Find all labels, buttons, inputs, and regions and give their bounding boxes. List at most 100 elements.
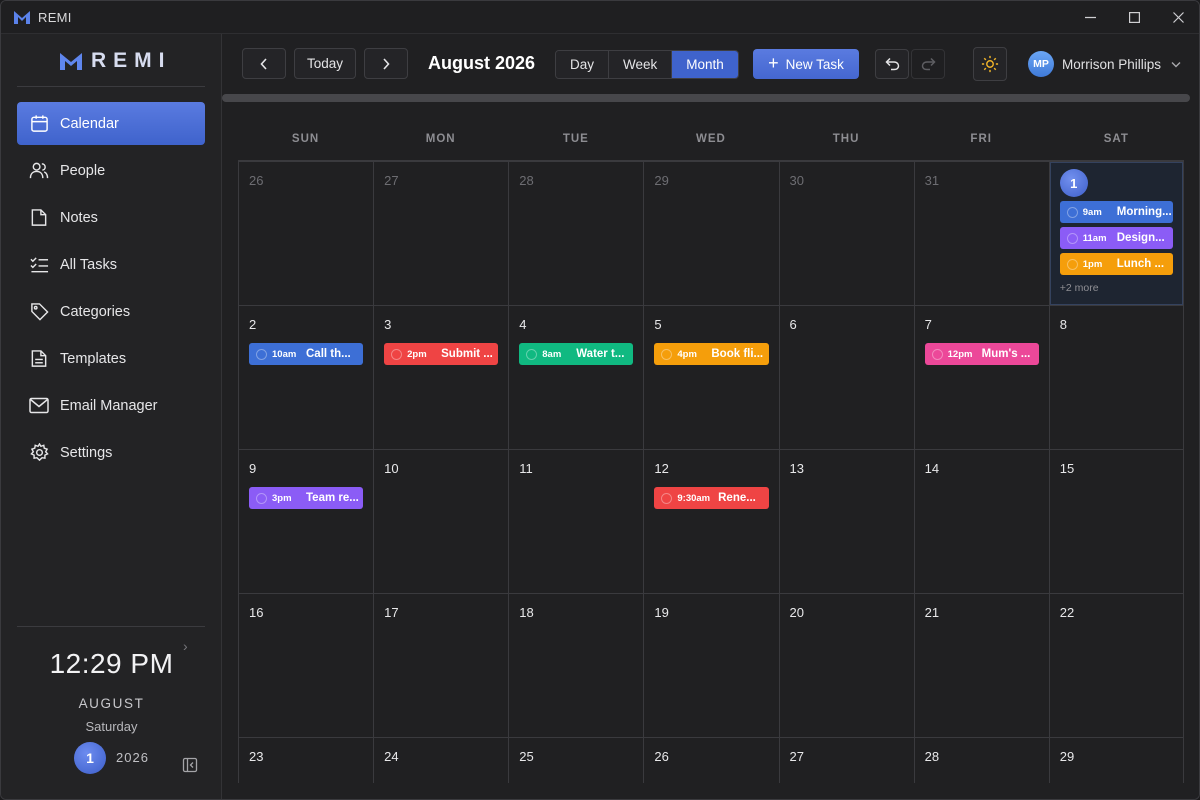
event-chip[interactable]: 10am Call th... (249, 343, 364, 365)
event-chip[interactable]: 4pm Book fli... (654, 343, 769, 365)
day-cell[interactable]: 10 (373, 450, 508, 593)
new-task-button[interactable]: + New Task (753, 49, 859, 79)
view-day-button[interactable]: Day (556, 51, 610, 78)
view-month-button[interactable]: Month (672, 51, 738, 78)
day-cell[interactable]: 24 (373, 738, 508, 783)
close-icon (1172, 12, 1184, 23)
event-chip[interactable]: 9:30am Rene... (654, 487, 769, 509)
more-events-link[interactable]: +2 more (1060, 282, 1173, 294)
complete-circle-icon[interactable] (1066, 232, 1078, 244)
complete-circle-icon[interactable] (526, 348, 538, 360)
brand-name: REMI (91, 49, 172, 72)
minimize-button[interactable] (1068, 1, 1112, 34)
sidebar-item-people[interactable]: People (17, 149, 205, 192)
complete-circle-icon[interactable] (256, 348, 267, 360)
day-cell[interactable]: 11 (508, 450, 643, 593)
clock-year: 2026 (116, 750, 149, 765)
day-cell[interactable]: 20 (778, 594, 914, 737)
event-chip[interactable]: 1pm Lunch ... (1059, 253, 1173, 275)
event-chip[interactable]: 12pm Mum's ... (924, 343, 1039, 365)
day-cell[interactable]: 2 10am Call th... (238, 306, 373, 449)
day-cell[interactable]: 4 8am Water t... (508, 306, 643, 449)
week-row: 2 10am Call th... 3 2pm Submit ... 4 8am… (238, 306, 1184, 450)
day-cell[interactable]: 25 (508, 738, 643, 783)
day-number: 24 (384, 749, 399, 764)
day-cell[interactable]: 27 (778, 738, 914, 783)
day-cell[interactable]: 8 (1048, 306, 1184, 449)
complete-circle-icon[interactable] (391, 348, 403, 360)
complete-circle-icon[interactable] (661, 348, 673, 360)
complete-circle-icon[interactable] (931, 348, 943, 360)
next-period-button[interactable] (364, 48, 408, 79)
day-number: 20 (789, 605, 804, 620)
day-cell-today[interactable]: 1 9am Morning... 11am Design... 1pm Lunc… (1048, 162, 1184, 305)
day-cell[interactable]: 9 3pm Team re... (238, 450, 373, 593)
day-number: 12 (654, 461, 669, 476)
day-cell[interactable]: 18 (508, 594, 643, 737)
day-cell[interactable]: 19 (643, 594, 778, 737)
event-chip[interactable]: 9am Morning... (1059, 201, 1173, 223)
complete-circle-icon[interactable] (661, 492, 673, 504)
brand-logo: REMI (59, 49, 172, 73)
gear-icon (29, 443, 49, 463)
day-cell[interactable]: 3 2pm Submit ... (373, 306, 508, 449)
day-number: 30 (789, 173, 804, 188)
day-cell[interactable]: 26 (643, 738, 778, 783)
day-cell[interactable]: 29 (643, 162, 778, 305)
day-cell[interactable]: 13 (778, 450, 914, 593)
day-cell[interactable]: 7 12pm Mum's ... (913, 306, 1049, 449)
chevron-left-icon (260, 57, 267, 70)
undo-button[interactable] (875, 49, 909, 79)
day-number: 27 (384, 173, 399, 188)
day-cell[interactable]: 30 (778, 162, 914, 305)
event-time: 2pm (407, 348, 427, 360)
collapse-sidebar-icon[interactable] (182, 757, 198, 773)
day-cell[interactable]: 27 (373, 162, 508, 305)
day-cell[interactable]: 31 (913, 162, 1049, 305)
event-chip[interactable]: 11am Design... (1059, 227, 1173, 249)
day-cell[interactable]: 28 (913, 738, 1049, 783)
day-cell[interactable]: 28 (508, 162, 643, 305)
view-week-button[interactable]: Week (609, 51, 673, 78)
day-cell[interactable]: 26 (238, 162, 373, 305)
day-number: 16 (249, 605, 264, 620)
event-title: Submit ... (441, 348, 493, 360)
event-title: Lunch ... (1116, 258, 1165, 270)
complete-circle-icon[interactable] (256, 492, 267, 504)
event-chip[interactable]: 8am Water t... (519, 343, 634, 365)
sidebar-item-email-manager[interactable]: Email Manager (17, 384, 205, 427)
day-cell[interactable]: 21 (913, 594, 1049, 737)
day-cell[interactable]: 29 (1048, 738, 1184, 783)
day-cell[interactable]: 16 (238, 594, 373, 737)
event-title: Book fli... (711, 348, 764, 360)
complete-circle-icon[interactable] (1066, 258, 1078, 270)
sidebar-item-settings[interactable]: Settings (17, 431, 205, 474)
sidebar-item-calendar[interactable]: Calendar (17, 102, 205, 145)
day-cell[interactable]: 6 (778, 306, 914, 449)
today-button[interactable]: Today (294, 48, 356, 79)
sidebar: REMI Calendar People Notes All Tasks Cat… (1, 34, 222, 799)
sidebar-item-templates[interactable]: Templates (17, 337, 205, 380)
sidebar-item-all-tasks[interactable]: All Tasks (17, 243, 205, 286)
theme-toggle-button[interactable] (973, 47, 1007, 81)
user-menu[interactable]: MP Morrison Phillips (1028, 51, 1181, 77)
document-icon (29, 349, 49, 369)
complete-circle-icon[interactable] (1066, 206, 1078, 218)
day-cell[interactable]: 22 (1048, 594, 1184, 737)
horizontal-scrollbar[interactable] (222, 94, 1190, 102)
maximize-button[interactable] (1112, 1, 1156, 34)
day-cell[interactable]: 17 (373, 594, 508, 737)
redo-button[interactable] (911, 49, 945, 79)
previous-period-button[interactable] (242, 48, 286, 79)
event-chip[interactable]: 2pm Submit ... (384, 343, 499, 365)
sidebar-item-notes[interactable]: Notes (17, 196, 205, 239)
day-cell[interactable]: 5 4pm Book fli... (643, 306, 778, 449)
event-time: 8am (542, 348, 562, 360)
day-cell[interactable]: 23 (238, 738, 373, 783)
sidebar-item-categories[interactable]: Categories (17, 290, 205, 333)
close-button[interactable] (1156, 1, 1199, 34)
day-cell[interactable]: 14 (913, 450, 1049, 593)
event-chip[interactable]: 3pm Team re... (249, 487, 364, 509)
day-cell[interactable]: 15 (1048, 450, 1184, 593)
day-cell[interactable]: 12 9:30am Rene... (643, 450, 778, 593)
